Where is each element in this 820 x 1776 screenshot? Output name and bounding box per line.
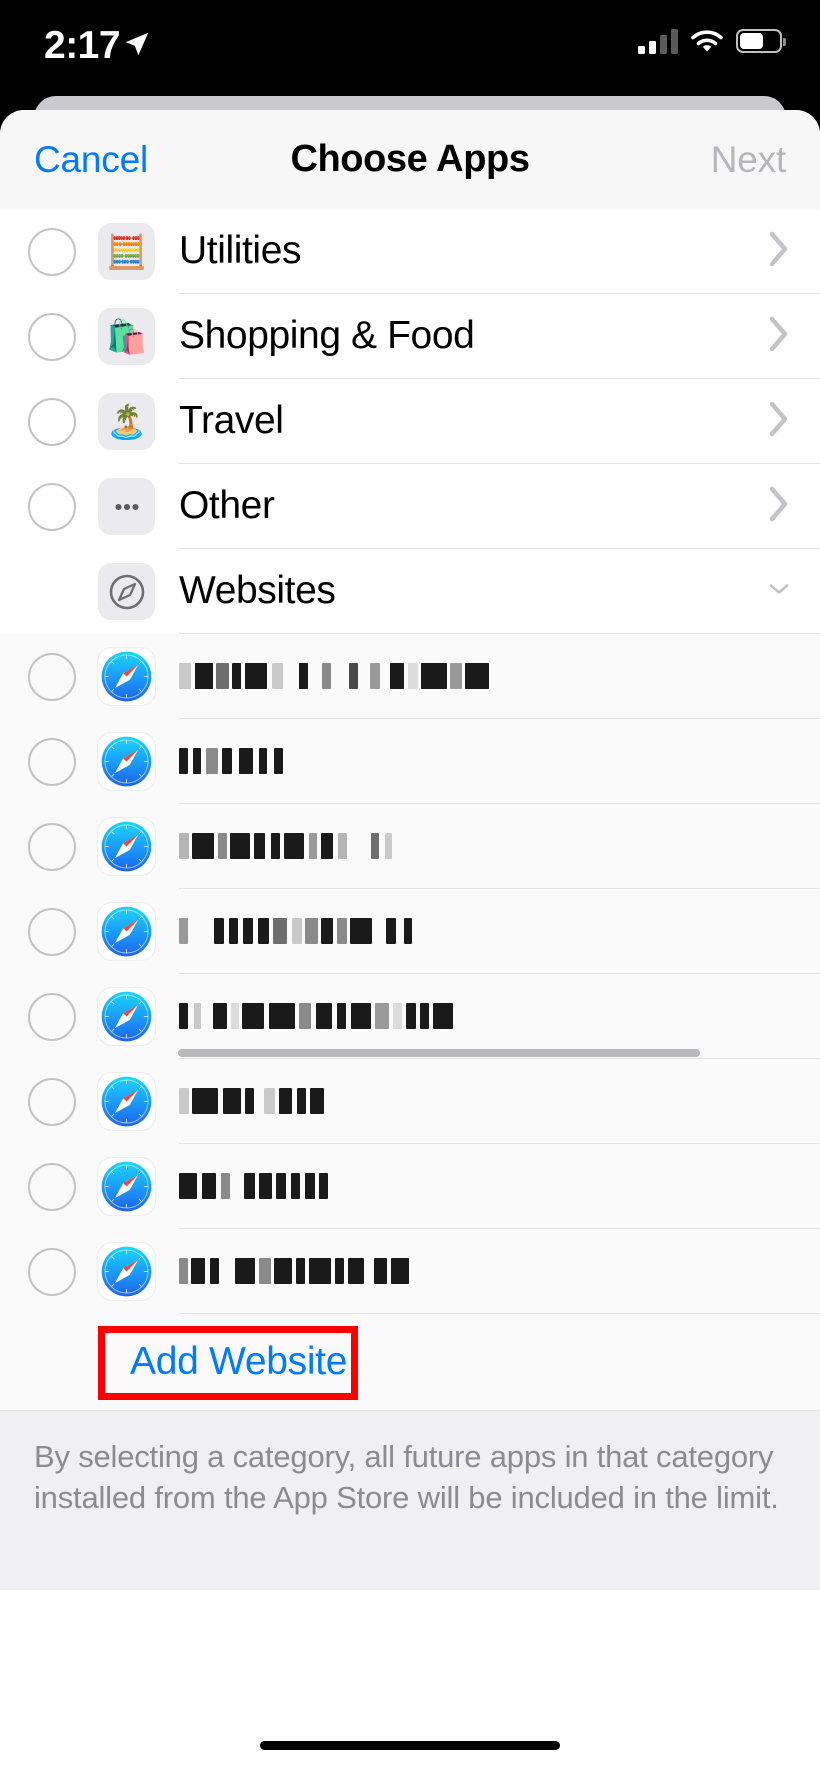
status-bar-indicators: [638, 28, 786, 54]
navigation-bar: Cancel Choose Apps Next: [0, 110, 820, 209]
calculator-icon: 🧮: [98, 223, 155, 280]
website-checkbox[interactable]: [28, 737, 76, 786]
location-arrow-icon: [125, 32, 149, 56]
safari-icon: [98, 648, 155, 705]
website-row[interactable]: [0, 719, 820, 804]
website-checkbox[interactable]: [28, 907, 76, 956]
add-website-row[interactable]: Add Website: [0, 1314, 820, 1410]
bottom-safe-area: [0, 1656, 820, 1776]
website-row[interactable]: [0, 804, 820, 889]
website-checkbox[interactable]: [28, 652, 76, 701]
category-row[interactable]: Other: [0, 464, 820, 549]
category-row-body: Utilities: [179, 209, 820, 294]
chevron-right-icon[interactable]: [768, 315, 790, 358]
website-row[interactable]: [0, 1059, 820, 1144]
website-row-body: [179, 719, 820, 804]
chevron-right-icon[interactable]: [768, 400, 790, 443]
status-bar-time: 2:17: [44, 24, 121, 67]
status-bar: 2:17: [0, 0, 820, 100]
choose-apps-sheet: Cancel Choose Apps Next 🧮 Utilities 🛍️ Shop…: [0, 110, 820, 1776]
website-row[interactable]: [0, 974, 820, 1059]
website-row[interactable]: [0, 634, 820, 719]
website-name-redacted: [179, 910, 412, 952]
category-row[interactable]: Websites: [0, 549, 820, 634]
category-checkbox[interactable]: [28, 482, 76, 531]
safari-icon: [98, 1243, 155, 1300]
iphone-screen: 2:17 Cancel Choose Apps Next 🧮 Utilities…: [0, 0, 820, 1776]
island-icon: 🏝️: [98, 393, 155, 450]
safari-icon: [98, 818, 155, 875]
category-row[interactable]: 🏝️ Travel: [0, 379, 820, 464]
category-checkbox[interactable]: [28, 312, 76, 361]
chevron-right-icon[interactable]: [768, 230, 790, 273]
website-row[interactable]: [0, 889, 820, 974]
category-row-body: Travel: [179, 379, 820, 464]
category-row[interactable]: 🧮 Utilities: [0, 209, 820, 294]
website-row-body: [179, 974, 820, 1059]
website-checkbox[interactable]: [28, 992, 76, 1041]
cellular-signal-icon: [638, 28, 678, 54]
horizontal-scroll-indicator[interactable]: [178, 1049, 700, 1057]
website-name-redacted: [179, 655, 489, 697]
safari-compass-icon: [98, 563, 155, 620]
website-checkbox[interactable]: [28, 1077, 76, 1126]
website-row-body: [179, 1059, 820, 1144]
website-name-redacted: [179, 825, 392, 867]
home-indicator[interactable]: [260, 1741, 560, 1750]
website-row[interactable]: [0, 1229, 820, 1314]
safari-icon: [98, 1158, 155, 1215]
category-label: Other: [179, 484, 275, 527]
category-row-body: Websites: [179, 549, 820, 634]
footer-text: By selecting a category, all future apps…: [34, 1439, 779, 1515]
chevron-down-icon[interactable]: [768, 570, 790, 613]
category-row-body: Shopping & Food: [179, 294, 820, 379]
website-row[interactable]: [0, 1144, 820, 1229]
website-row-body: [179, 889, 820, 974]
website-name-redacted: [179, 1250, 409, 1292]
website-name-redacted: [179, 740, 283, 782]
cancel-button[interactable]: Cancel: [34, 139, 148, 181]
footer-note: By selecting a category, all future apps…: [0, 1410, 820, 1590]
safari-icon: [98, 903, 155, 960]
website-row-body: [179, 804, 820, 889]
website-row-body: [179, 634, 820, 719]
website-name-redacted: [179, 1080, 324, 1122]
category-checkbox[interactable]: [28, 397, 76, 446]
safari-icon: [98, 1073, 155, 1130]
wifi-icon: [691, 30, 723, 52]
website-row-body: [179, 1144, 820, 1229]
website-row-body: [179, 1229, 820, 1314]
shopping-bag-icon: 🛍️: [98, 308, 155, 365]
website-name-redacted: [179, 995, 453, 1037]
category-label: Travel: [179, 399, 284, 442]
category-row-body: Other: [179, 464, 820, 549]
website-checkbox[interactable]: [28, 822, 76, 871]
chevron-right-icon[interactable]: [768, 485, 790, 528]
safari-icon: [98, 988, 155, 1045]
category-label: Utilities: [179, 229, 302, 272]
website-name-redacted: [179, 1165, 328, 1207]
category-checkbox[interactable]: [28, 227, 76, 276]
battery-icon: [736, 29, 786, 53]
category-label: Shopping & Food: [179, 314, 475, 357]
next-button[interactable]: Next: [711, 139, 786, 181]
app-category-list: 🧮 Utilities 🛍️ Shopping & Food 🏝️ Travel Othe…: [0, 209, 820, 1314]
website-checkbox[interactable]: [28, 1162, 76, 1211]
category-row[interactable]: 🛍️ Shopping & Food: [0, 294, 820, 379]
website-checkbox[interactable]: [28, 1247, 76, 1296]
safari-icon: [98, 733, 155, 790]
ellipsis-icon: [98, 478, 155, 535]
category-label: Websites: [179, 569, 336, 612]
add-website-label[interactable]: Add Website: [130, 1340, 347, 1384]
